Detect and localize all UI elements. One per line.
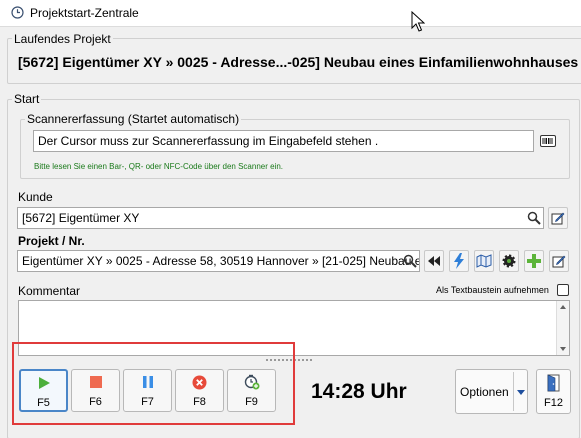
f8-key-label: F8 bbox=[193, 396, 206, 408]
options-separator bbox=[513, 372, 514, 411]
scroll-up-icon[interactable] bbox=[560, 305, 566, 309]
scanner-hint: Bitte lesen Sie einen Bar-, QR- oder NFC… bbox=[34, 162, 284, 171]
project-search-button[interactable] bbox=[400, 251, 420, 271]
settings-button[interactable] bbox=[499, 250, 519, 272]
options-button[interactable]: Optionen bbox=[455, 369, 528, 414]
f6-key-label: F6 bbox=[89, 396, 102, 408]
f9-key-label: F9 bbox=[245, 396, 258, 408]
current-time: 14:28 Uhr bbox=[311, 380, 407, 403]
quick-action-button[interactable] bbox=[449, 250, 469, 272]
add-project-button[interactable] bbox=[524, 250, 544, 272]
chevron-down-icon[interactable] bbox=[517, 390, 525, 395]
f5-key-label: F5 bbox=[37, 397, 50, 409]
rewind-icon bbox=[428, 256, 440, 266]
current-project-value: [5672] Eigentümer XY » 0025 - Adresse...… bbox=[18, 54, 579, 70]
customer-edit-button[interactable] bbox=[548, 207, 568, 229]
f12-button[interactable]: F12 bbox=[536, 369, 571, 414]
comment-scrollbar[interactable] bbox=[556, 301, 569, 355]
customer-label: Kunde bbox=[18, 190, 53, 204]
comment-label: Kommentar bbox=[18, 284, 81, 298]
play-icon bbox=[38, 377, 50, 389]
options-label: Optionen bbox=[460, 385, 509, 399]
project-edit-button[interactable] bbox=[549, 250, 569, 272]
current-project-legend: Laufendes Projekt bbox=[12, 32, 113, 46]
customer-search-button[interactable] bbox=[524, 208, 544, 228]
scroll-down-icon[interactable] bbox=[560, 347, 566, 351]
pause-f7-button[interactable]: F7 bbox=[123, 369, 172, 412]
customer-field[interactable]: [5672] Eigentümer XY bbox=[17, 207, 544, 229]
timer-add-icon bbox=[244, 374, 259, 390]
scanner-legend: Scannererfassung (Startet automatisch) bbox=[25, 112, 242, 126]
project-field[interactable]: Eigentümer XY » 0025 - Adresse 58, 30519… bbox=[17, 250, 420, 272]
project-label: Projekt / Nr. bbox=[18, 234, 85, 248]
cancel-icon bbox=[192, 375, 207, 389]
f12-key-label: F12 bbox=[544, 397, 563, 409]
mouse-cursor-icon bbox=[411, 11, 425, 32]
stop-icon bbox=[89, 376, 102, 388]
clock-icon bbox=[11, 6, 24, 19]
timer-f9-button[interactable]: F9 bbox=[227, 369, 276, 412]
gear-icon bbox=[502, 254, 516, 268]
start-legend: Start bbox=[12, 92, 42, 106]
map-button[interactable] bbox=[474, 250, 494, 272]
window-title: Projektstart-Zentrale bbox=[30, 6, 139, 20]
barcode-icon bbox=[540, 135, 556, 147]
cancel-f8-button[interactable]: F8 bbox=[175, 369, 224, 412]
barcode-button[interactable] bbox=[538, 131, 558, 151]
start-f5-button[interactable]: F5 bbox=[19, 369, 68, 412]
edit-icon bbox=[552, 255, 566, 268]
previous-project-button[interactable] bbox=[424, 250, 444, 272]
search-icon bbox=[403, 254, 417, 268]
f7-key-label: F7 bbox=[141, 396, 154, 408]
plus-icon bbox=[527, 254, 541, 268]
search-icon bbox=[527, 211, 541, 225]
title-bar: Projektstart-Zentrale bbox=[0, 0, 581, 27]
exit-door-icon bbox=[547, 374, 560, 392]
scanner-input[interactable]: Der Cursor muss zur Scannererfassung im … bbox=[33, 130, 534, 152]
map-icon bbox=[476, 254, 492, 268]
textblock-checkbox[interactable] bbox=[557, 284, 569, 296]
lightning-icon bbox=[454, 253, 464, 269]
edit-icon bbox=[551, 212, 565, 225]
textblock-checkbox-label: Als Textbaustein aufnehmen bbox=[436, 285, 549, 295]
stop-f6-button[interactable]: F6 bbox=[71, 369, 120, 412]
pause-icon bbox=[142, 376, 153, 388]
